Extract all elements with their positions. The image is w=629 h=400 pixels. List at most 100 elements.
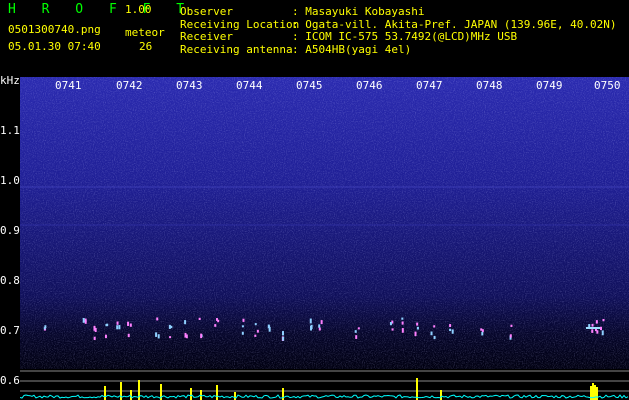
echo-speckle — [282, 336, 285, 341]
x-tick-label: 0741 — [55, 79, 82, 92]
echo-speckle — [591, 323, 594, 327]
echo-speckle — [480, 328, 483, 331]
echo-speckle — [391, 328, 394, 331]
x-tick-label: 0743 — [176, 79, 203, 92]
echo-speckle — [600, 326, 603, 331]
echo-speckle — [357, 327, 360, 330]
echo-speckle — [430, 331, 433, 336]
y-tick-label: 0.7 — [0, 324, 20, 337]
echo-speckle — [156, 317, 159, 321]
echo-speckle — [401, 321, 404, 325]
echo-speckle — [433, 335, 436, 340]
echo-speckle — [169, 336, 172, 339]
echo-streak — [586, 327, 600, 329]
observer-label: Observer — [180, 5, 233, 18]
echo-speckle — [105, 324, 108, 327]
echo-speckle — [254, 334, 257, 337]
y-tick-label: 0.8 — [0, 274, 20, 287]
echo-speckle — [84, 320, 87, 324]
echo-speckle — [217, 319, 220, 323]
echo-speckle — [318, 324, 321, 328]
x-tick-label: 0750 — [594, 79, 621, 92]
echo-speckle — [214, 324, 217, 327]
echo-speckle — [184, 332, 187, 338]
x-tick-label: 0746 — [356, 79, 383, 92]
level-bar — [596, 387, 598, 400]
level-bar — [104, 386, 106, 400]
antenna-value: : A504HB(yagi 4el) — [292, 43, 412, 56]
echo-speckle — [601, 330, 604, 336]
x-tick-label: 0747 — [416, 79, 443, 92]
antenna-label: Receiving antenna — [180, 43, 293, 56]
echo-speckle — [309, 318, 312, 324]
echo-speckle — [451, 329, 454, 334]
y-tick-label: 0.6 — [0, 374, 20, 387]
echo-speckle — [389, 322, 392, 326]
echo-speckle — [104, 334, 107, 339]
echo-speckle — [355, 335, 358, 339]
header-panel: H R O F F T 1.00 0501300740.png 05.01.30… — [0, 0, 629, 76]
echo-speckle — [268, 326, 271, 332]
echo-speckle — [354, 330, 357, 333]
echo-speckle — [281, 331, 284, 336]
echo-speckle — [320, 320, 323, 325]
echo-speckle — [433, 325, 436, 328]
echo-speckle — [416, 326, 419, 330]
echo-speckle — [449, 328, 452, 332]
echo-speckle — [94, 328, 97, 333]
echo-speckle — [481, 331, 484, 336]
echo-speckle — [318, 327, 321, 331]
echo-speckle — [170, 325, 173, 329]
level-bar — [190, 388, 192, 400]
receiver-value: : ICOM IC-575 53.7492(@LCD)MHz USB — [292, 30, 518, 43]
x-tick-label: 0749 — [536, 79, 563, 92]
echo-speckle — [401, 328, 404, 333]
echo-speckle — [414, 331, 417, 337]
echo-speckle — [591, 329, 594, 333]
echo-speckle — [254, 323, 257, 326]
echo-speckle — [596, 330, 599, 334]
echo-speckle — [509, 334, 512, 338]
echo-speckle — [401, 317, 404, 320]
datetime: 05.01.30 07:40 — [8, 40, 101, 53]
echo-speckle — [449, 324, 452, 328]
echo-speckle — [155, 332, 158, 337]
echo-speckle — [198, 317, 201, 320]
echo-speckle — [256, 329, 259, 333]
x-tick-label: 0744 — [236, 79, 263, 92]
x-tick-label: 0748 — [476, 79, 503, 92]
echo-speckle — [241, 331, 244, 335]
echo-speckle — [44, 325, 47, 329]
filename: 0501300740.png — [8, 23, 101, 36]
echo-speckle — [602, 318, 605, 322]
y-tick-label: 1.1 — [0, 124, 20, 137]
echo-speckle — [588, 324, 591, 328]
echo-speckle — [129, 323, 132, 327]
meteor-count: 26 — [139, 40, 153, 53]
echo-speckle — [93, 336, 96, 341]
echo-speckle — [116, 321, 119, 325]
x-tick-label: 0742 — [116, 79, 143, 92]
echo-speckle — [416, 322, 419, 326]
echo-speckle — [241, 325, 244, 328]
echo-speckle — [200, 333, 203, 339]
receiver-label: Receiver — [180, 30, 233, 43]
level-bar — [440, 390, 442, 400]
level-bar — [416, 378, 418, 400]
echo-speckle — [184, 320, 187, 325]
echo-speckle — [595, 320, 598, 324]
echo-speckle — [242, 318, 245, 322]
spectrum-noise — [20, 77, 629, 369]
echo-speckle — [127, 333, 130, 338]
y-tick-label: 0.9 — [0, 224, 20, 237]
echo-speckle — [118, 325, 121, 330]
meteor-label: meteor — [125, 26, 165, 39]
x-tick-label: 0745 — [296, 79, 323, 92]
level-strip — [20, 369, 629, 400]
echo-speckle — [82, 318, 85, 323]
echo-speckle — [116, 325, 119, 330]
echo-speckle — [510, 324, 513, 327]
level-bar — [216, 385, 218, 400]
echo-speckle — [127, 321, 130, 326]
echo-speckle — [157, 334, 160, 339]
